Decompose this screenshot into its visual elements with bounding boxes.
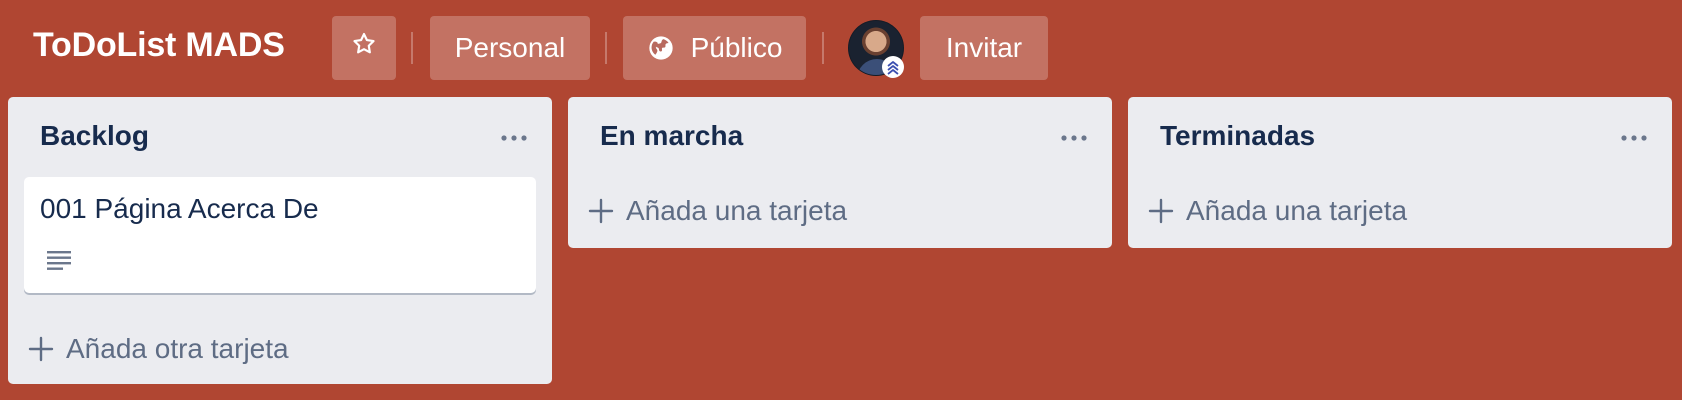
header-divider bbox=[605, 32, 607, 64]
header-divider bbox=[822, 32, 824, 64]
star-outline-icon bbox=[351, 16, 377, 80]
add-card-button[interactable]: Añada una tarjeta bbox=[588, 191, 847, 231]
description-icon bbox=[46, 249, 72, 271]
add-card-button[interactable]: Añada otra tarjeta bbox=[28, 329, 289, 369]
add-card-label: Añada una tarjeta bbox=[626, 195, 848, 226]
card-title: 001 Página Acerca De bbox=[40, 193, 319, 224]
card[interactable]: 001 Página Acerca De bbox=[24, 177, 536, 293]
list-backlog: Backlog 001 Página Acerca De Añada otra … bbox=[8, 97, 552, 384]
list-terminadas: Terminadas Añada una tarjeta bbox=[1128, 97, 1672, 248]
invite-button[interactable]: Invitar bbox=[920, 16, 1048, 80]
list-en-marcha: En marcha Añada una tarjeta bbox=[568, 97, 1112, 248]
visibility-label: Público bbox=[690, 32, 783, 63]
plus-icon bbox=[28, 336, 54, 362]
board-header: ToDoList MADS Personal Público Invitar bbox=[0, 0, 1682, 96]
plus-icon bbox=[588, 198, 614, 224]
globe-icon bbox=[647, 34, 675, 62]
team-personal-button[interactable]: Personal bbox=[430, 16, 590, 80]
list-menu-button[interactable] bbox=[1616, 117, 1652, 153]
add-card-button[interactable]: Añada una tarjeta bbox=[1148, 191, 1407, 231]
board-title[interactable]: ToDoList MADS bbox=[33, 26, 285, 65]
add-card-label: Añada otra tarjeta bbox=[66, 333, 289, 364]
ellipsis-icon bbox=[1060, 122, 1088, 148]
invite-label: Invitar bbox=[945, 32, 1023, 63]
list-menu-button[interactable] bbox=[1056, 117, 1092, 153]
ellipsis-icon bbox=[500, 122, 528, 148]
visibility-button[interactable]: Público bbox=[623, 16, 806, 80]
star-board-button[interactable] bbox=[332, 16, 396, 80]
add-card-label: Añada una tarjeta bbox=[1186, 195, 1408, 226]
header-divider bbox=[411, 32, 413, 64]
list-title[interactable]: En marcha bbox=[600, 120, 743, 152]
chevron-up-admin-icon bbox=[882, 56, 904, 78]
list-title[interactable]: Backlog bbox=[40, 120, 149, 152]
plus-icon bbox=[1148, 198, 1174, 224]
team-label: Personal bbox=[454, 32, 566, 63]
list-title[interactable]: Terminadas bbox=[1160, 120, 1315, 152]
ellipsis-icon bbox=[1620, 122, 1648, 148]
list-menu-button[interactable] bbox=[496, 117, 532, 153]
